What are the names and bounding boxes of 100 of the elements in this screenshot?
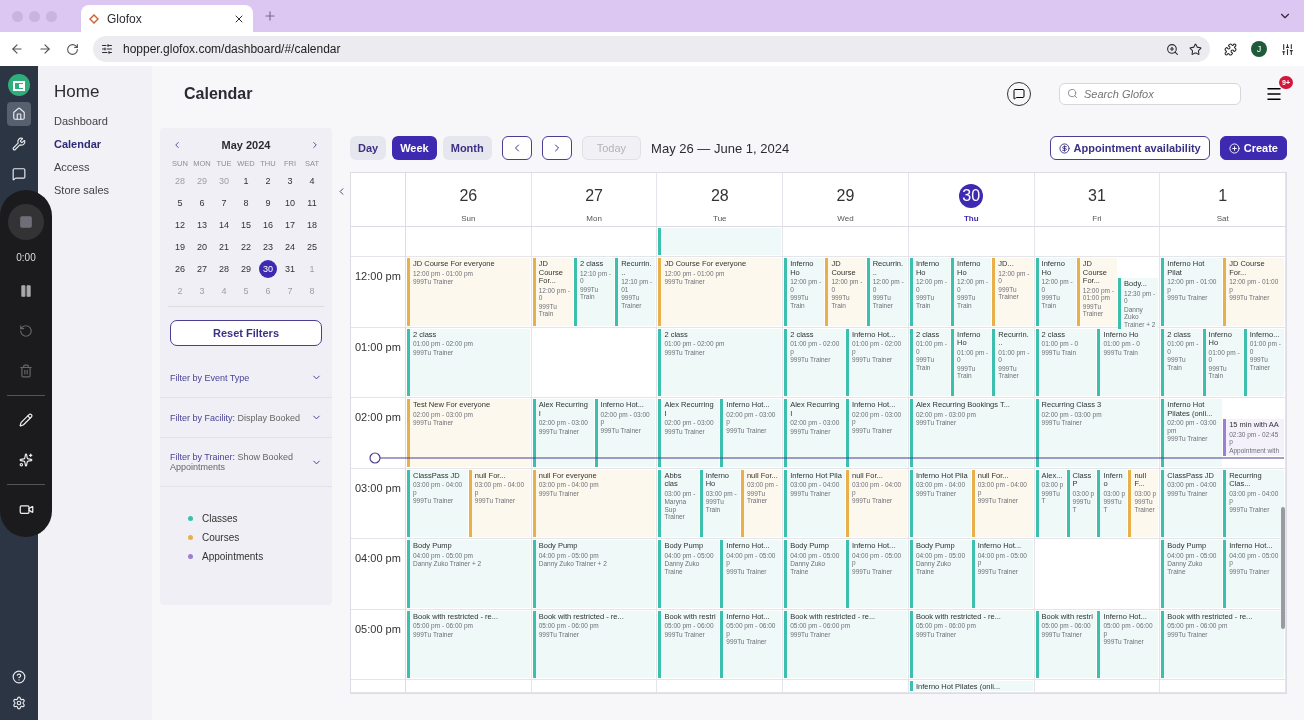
availability-button[interactable]: Appointment availability	[1049, 136, 1210, 160]
calendar-day[interactable]: 14	[215, 216, 233, 234]
calendar-day[interactable]: 21	[215, 238, 233, 256]
browser-tab[interactable]: Glofox	[81, 5, 253, 32]
calendar-day[interactable]: 6	[193, 194, 211, 212]
calendar-day[interactable]: 19	[171, 238, 189, 256]
calendar-day[interactable]: 23	[259, 238, 277, 256]
page-title: Calendar	[184, 85, 254, 103]
url-text: hopper.glofox.com/dashboard/#/calendar	[123, 42, 341, 56]
day-number[interactable]: 28	[707, 184, 732, 208]
calendar-day[interactable]: 15	[237, 216, 255, 234]
weekday-label: Thu	[963, 214, 979, 223]
calendar-day[interactable]: 25	[303, 238, 321, 256]
legend-label: Classes	[202, 513, 238, 524]
weekday-label: Mon	[586, 214, 602, 223]
calendar-day[interactable]: 12	[171, 216, 189, 234]
section-title: Home	[54, 82, 100, 102]
calendar-day[interactable]: 16	[259, 216, 277, 234]
profile-avatar[interactable]: J	[1251, 41, 1267, 57]
nav-link[interactable]: Store sales	[54, 184, 110, 196]
calendar-day[interactable]: 7	[215, 194, 233, 212]
pencil-icon[interactable]	[19, 413, 33, 427]
filter-toggle[interactable]: Filter by Event Type	[160, 358, 332, 398]
calendar-day[interactable]: 9	[259, 194, 277, 212]
calendar-day[interactable]: 8	[237, 194, 255, 212]
view-tab[interactable]: Week	[392, 136, 437, 160]
nav-link[interactable]: Access	[54, 161, 90, 173]
calendar-day[interactable]: 11	[303, 194, 321, 212]
calendar-day[interactable]: 4	[303, 172, 321, 190]
create-button[interactable]: Create	[1219, 136, 1287, 160]
calendar-day[interactable]: 13	[193, 216, 211, 234]
home-icon	[12, 107, 26, 121]
site-settings-icon[interactable]	[101, 43, 113, 55]
back-icon[interactable]	[10, 42, 24, 56]
favicon-icon	[89, 13, 99, 24]
bookmark-icon[interactable]	[1189, 42, 1202, 56]
calendar-day[interactable]: 2	[259, 172, 277, 190]
filter-toggle[interactable]: Filter by Trainer: Show Booked Appointments	[160, 438, 332, 487]
zoom-icon[interactable]	[1166, 42, 1179, 56]
tools-icon	[12, 137, 26, 151]
calendar-day[interactable]: 26	[171, 260, 189, 278]
time-label: 12:00 pm	[355, 270, 401, 282]
chat-icon	[1013, 88, 1025, 100]
reload-icon[interactable]	[66, 42, 79, 56]
next-week-button[interactable]	[541, 136, 572, 160]
search-field[interactable]: Search Glofox	[1059, 83, 1241, 105]
tab-title: Glofox	[107, 11, 143, 26]
day-number[interactable]: 26	[456, 184, 481, 208]
extensions-icon[interactable]	[1224, 42, 1237, 56]
calendar-day[interactable]: 17	[281, 216, 299, 234]
restart-icon[interactable]	[19, 324, 33, 338]
calendar-day[interactable]: 30	[259, 260, 277, 278]
calendar-day[interactable]: 3	[281, 172, 299, 190]
day-number[interactable]: 27	[582, 184, 607, 208]
view-tab[interactable]: Month	[442, 136, 492, 160]
calendar-day[interactable]: 1	[237, 172, 255, 190]
month-label: May 2024	[221, 139, 271, 151]
filter-toggle[interactable]: Filter by Facility: Display Booked	[160, 398, 332, 438]
calendar-day[interactable]: 5	[171, 194, 189, 212]
calendar-day[interactable]: 31	[281, 260, 299, 278]
nav-link[interactable]: Calendar	[54, 138, 102, 150]
calendar-day[interactable]: 18	[303, 216, 321, 234]
legend-label: Courses	[202, 532, 240, 543]
previous-week-button[interactable]	[501, 136, 532, 160]
reset-filters-button[interactable]: Reset Filters	[170, 320, 322, 346]
time-label: 03:00 pm	[355, 481, 401, 494]
calendar-day[interactable]: 29	[237, 260, 255, 278]
day-number[interactable]: 31	[1084, 184, 1109, 208]
dollar-circle-icon	[1058, 142, 1070, 154]
day-number[interactable]: 1	[1210, 184, 1235, 208]
sparkle-icon[interactable]	[19, 453, 33, 467]
settings-icon[interactable]	[12, 696, 26, 710]
day-number[interactable]: 29	[833, 184, 858, 208]
address-bar[interactable]: hopper.glofox.com/dashboard/#/calendar	[93, 36, 1210, 62]
home-button[interactable]	[7, 102, 31, 126]
pause-icon[interactable]	[19, 284, 33, 298]
calendar-day[interactable]: 20	[193, 238, 211, 256]
calendar-day[interactable]: 22	[237, 238, 255, 256]
recording-time: 0:00	[16, 252, 36, 263]
next-month-icon[interactable]	[310, 140, 320, 150]
stop-button[interactable]	[8, 204, 44, 240]
time-label: 02:00 pm	[355, 411, 401, 423]
calendar-day[interactable]: 28	[215, 260, 233, 278]
nav-link[interactable]: Dashboard	[54, 115, 108, 127]
view-tab[interactable]: Day	[350, 136, 387, 160]
weekday-label: Fri	[1092, 214, 1102, 223]
previous-month-icon[interactable]	[172, 140, 182, 150]
help-icon[interactable]	[12, 670, 26, 684]
calendar-day[interactable]: 24	[281, 238, 299, 256]
legend-label: Appointments	[202, 551, 264, 562]
stop-icon	[19, 215, 33, 229]
trash-icon[interactable]	[19, 364, 33, 378]
calendar-day[interactable]: 10	[281, 194, 299, 212]
day-number[interactable]: 30	[959, 184, 984, 208]
weekday-label: Sat	[1216, 214, 1229, 223]
plus-circle-icon	[1228, 142, 1240, 154]
logo-icon[interactable]	[8, 74, 30, 96]
calendar-day[interactable]: 27	[193, 260, 211, 278]
weekday-label: Tue	[713, 214, 727, 223]
forward-icon[interactable]	[38, 42, 52, 56]
